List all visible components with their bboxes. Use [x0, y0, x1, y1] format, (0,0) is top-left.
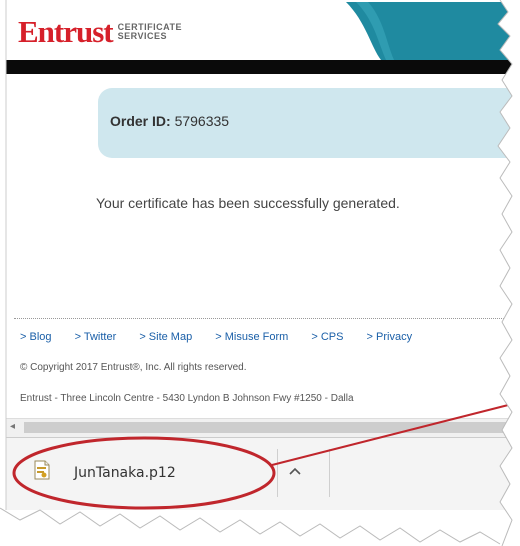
horizontal-scrollbar[interactable]: ◂	[6, 418, 520, 438]
logo-subtitle-line2: SERVICES	[117, 30, 167, 41]
address-text: Entrust - Three Lincoln Centre - 5430 Ly…	[20, 393, 354, 404]
copyright-text: © Copyright 2017 Entrust®, Inc. All righ…	[20, 362, 247, 373]
scrollbar-thumb[interactable]	[24, 422, 518, 433]
order-id-value: 5796335	[174, 113, 230, 129]
certificate-file-icon	[34, 460, 50, 480]
order-id: Order ID: 5796335	[110, 113, 229, 129]
chevron-up-icon[interactable]	[288, 463, 302, 479]
entrust-logo[interactable]: Entrust CERTIFICATE SERVICES	[18, 16, 182, 47]
footer-link-site-map[interactable]: > Site Map	[139, 331, 192, 343]
download-item-divider	[277, 449, 278, 497]
download-bar-divider	[329, 449, 330, 497]
footer-link-privacy[interactable]: > Privacy	[367, 331, 413, 343]
header-black-bar	[6, 60, 520, 74]
site-header: Entrust CERTIFICATE SERVICES	[6, 2, 520, 60]
footer-link-twitter[interactable]: > Twitter	[75, 331, 117, 343]
footer-divider	[14, 318, 520, 319]
footer-links: > Blog > Twitter > Site Map > Misuse For…	[20, 331, 432, 343]
scroll-left-icon[interactable]: ◂	[10, 421, 15, 432]
order-id-label: Order ID:	[110, 113, 171, 129]
download-filename[interactable]: JunTanaka.p12	[74, 465, 176, 481]
browser-page: Entrust CERTIFICATE SERVICES Order ID: 5…	[0, 0, 520, 546]
logo-subtitle: CERTIFICATE SERVICES	[117, 22, 182, 41]
success-message: Your certificate has been successfully g…	[96, 195, 400, 211]
footer-link-misuse-form[interactable]: > Misuse Form	[215, 331, 288, 343]
logo-wordmark: Entrust	[18, 14, 114, 49]
footer-link-blog[interactable]: > Blog	[20, 331, 52, 343]
footer-link-cps[interactable]: > CPS	[311, 331, 343, 343]
